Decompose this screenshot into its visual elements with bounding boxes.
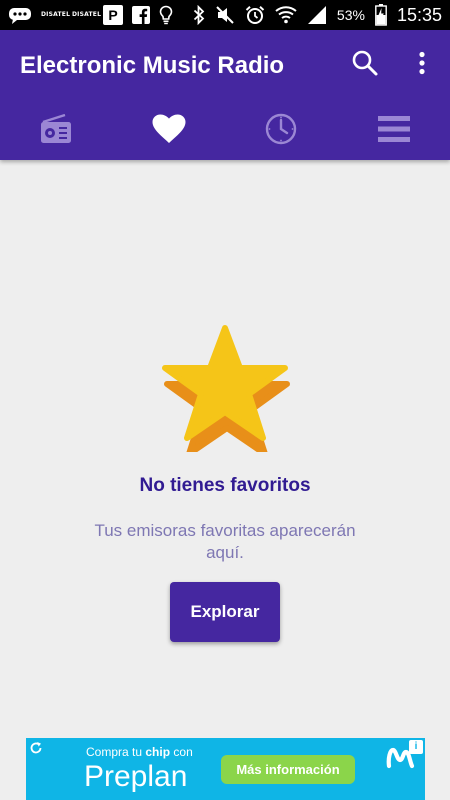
clock-icon xyxy=(265,113,297,150)
more-vert-icon xyxy=(418,51,426,80)
app-bar: Electronic Music Radio xyxy=(0,30,450,160)
bluetooth-icon xyxy=(193,5,205,25)
heart-icon xyxy=(152,114,186,149)
app-title: Electronic Music Radio xyxy=(20,52,285,79)
ad-tagline-suffix: con xyxy=(173,745,193,759)
tab-favorites[interactable] xyxy=(113,102,226,160)
status-bar-right: 53% 15:35 xyxy=(193,3,442,27)
carrier-label-2: DISATEL xyxy=(72,11,102,18)
tab-menu[interactable] xyxy=(338,102,450,160)
carrier-label-1: DISATEL xyxy=(41,11,71,18)
battery-percent: 53% xyxy=(336,7,365,23)
status-bar: DISATEL DISATEL P 53% 15:35 xyxy=(0,0,450,30)
p-app-icon: P xyxy=(103,5,123,25)
ad-tagline: Compra tu chip con xyxy=(86,745,193,759)
ad-info-button[interactable]: i xyxy=(409,740,423,754)
menu-icon xyxy=(377,115,410,148)
explore-button[interactable]: Explorar xyxy=(170,582,280,642)
ad-tagline-prefix: Compra tu xyxy=(86,745,143,759)
tab-bar xyxy=(0,102,450,160)
chat-bubble-icon xyxy=(8,6,32,24)
refresh-icon xyxy=(29,741,43,760)
signal-icon xyxy=(307,5,327,25)
search-icon xyxy=(351,49,379,82)
star-icon xyxy=(160,322,290,457)
facebook-icon xyxy=(132,6,150,24)
alarm-icon xyxy=(245,5,265,25)
ad-cta-button[interactable]: Más información xyxy=(221,755,355,784)
radio-icon xyxy=(40,113,72,149)
search-button[interactable] xyxy=(348,48,382,82)
empty-title: No tienes favoritos xyxy=(139,475,311,496)
empty-subtitle: Tus emisoras favoritas aparecerán aquí. xyxy=(94,521,356,562)
ad-tagline-bold: chip xyxy=(145,745,171,759)
wifi-icon xyxy=(275,5,297,25)
mute-icon xyxy=(215,5,235,25)
bulb-icon xyxy=(159,5,173,25)
status-bar-left: DISATEL DISATEL P xyxy=(8,4,173,26)
more-options-button[interactable] xyxy=(410,48,434,82)
tab-recent[interactable] xyxy=(225,102,338,160)
ad-banner[interactable]: Compra tu chip con Preplan Más informaci… xyxy=(26,738,425,800)
clock-time: 15:35 xyxy=(396,4,442,25)
battery-icon xyxy=(375,4,387,26)
tab-stations[interactable] xyxy=(0,102,113,160)
empty-state: No tienes favoritos Tus emisoras favorit… xyxy=(0,160,450,738)
ad-brand: Preplan xyxy=(84,760,188,793)
